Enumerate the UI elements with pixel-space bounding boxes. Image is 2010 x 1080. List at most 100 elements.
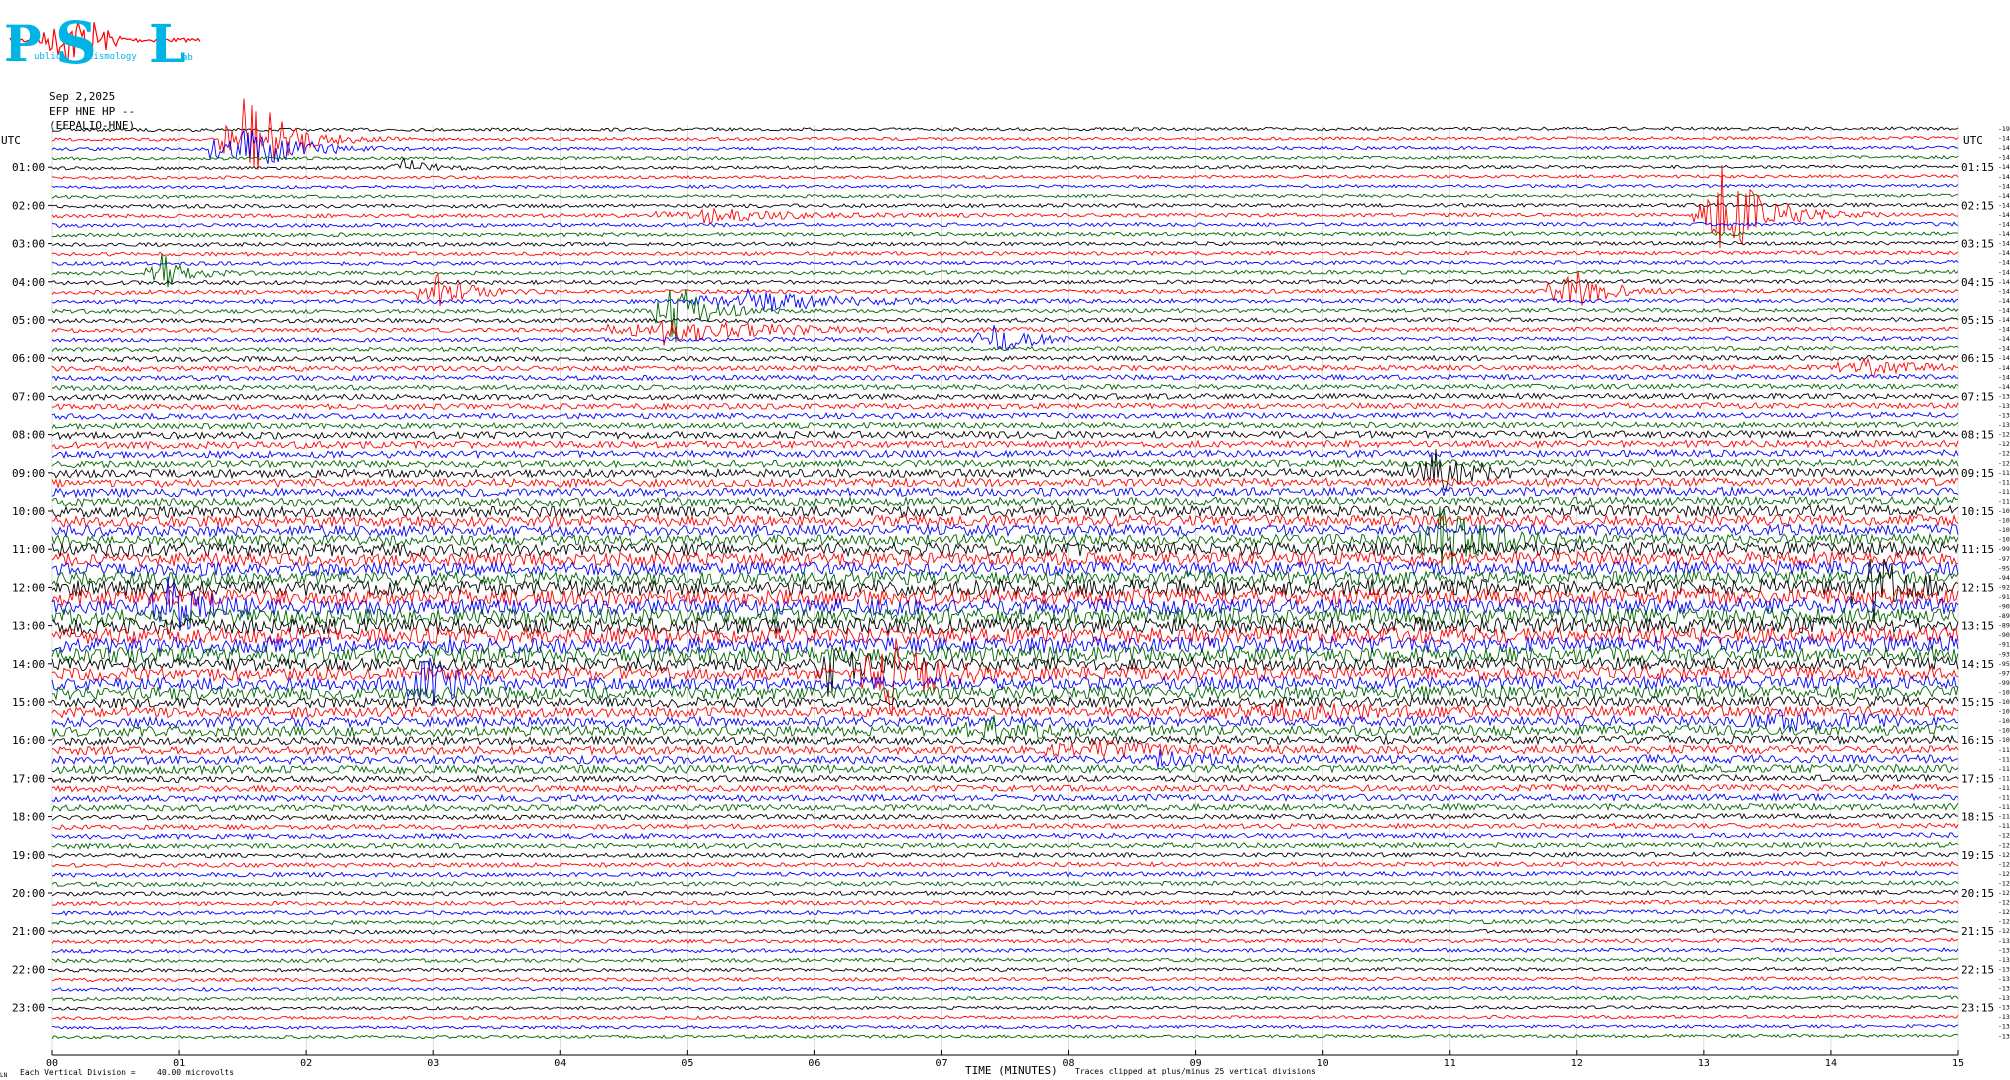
row-offset-label: -10432	[1998, 708, 2010, 716]
trace-line	[51, 439, 1959, 451]
right-utc-heading: UTC	[1963, 134, 1983, 147]
row-offset-label: -13259	[1998, 975, 2010, 983]
row-offset-label: -14511	[1998, 192, 2010, 200]
row-offset-label: -13069	[1998, 946, 2010, 954]
row-offset-label: -9187	[1998, 641, 2010, 649]
row-offset-label: -11249	[1998, 765, 2010, 773]
row-offset-label: -11929	[1998, 822, 2010, 830]
row-offset-label: -12251	[1998, 851, 2010, 859]
row-offset-label: -9106	[1998, 593, 2010, 601]
row-offset-label: -13538	[1998, 1023, 2010, 1031]
row-offset-label: -14815	[1998, 268, 2010, 276]
row-offset-label: -14947	[1998, 306, 2010, 314]
left-hour-label: 03:00	[12, 238, 45, 251]
x-tick-label: 10	[1317, 1058, 1329, 1069]
logo-word-l: ab	[182, 53, 193, 63]
trace-line	[51, 928, 1959, 935]
trace-line	[51, 357, 1959, 377]
logo-letter-l: L	[149, 14, 186, 75]
row-offset-label: -14478	[1998, 182, 2010, 190]
trace-line	[51, 401, 1959, 411]
row-offset-label: -11702	[1998, 803, 2010, 811]
row-offset-label: -13325	[1998, 412, 2010, 420]
right-hour-label: 22:15	[1961, 963, 1994, 976]
row-offset-label: -14886	[1998, 364, 2010, 372]
trace-line	[51, 739, 1959, 759]
row-offset-label: -14322	[1998, 154, 2010, 162]
row-offset-label: -10105	[1998, 688, 2010, 696]
trace-line	[51, 354, 1959, 363]
trace-line	[51, 899, 1959, 907]
row-offset-label: -14978	[1998, 316, 2010, 324]
trace-line	[51, 540, 1959, 559]
row-offset-label: -11788	[1998, 469, 2010, 477]
trace-line	[51, 908, 1959, 917]
trace-line	[51, 966, 1959, 973]
row-offset-label: -11123	[1998, 497, 2010, 505]
row-offset-label: -13437	[1998, 1004, 2010, 1012]
trace-line	[51, 937, 1959, 945]
row-offset-label: -10869	[1998, 736, 2010, 744]
left-hour-label: 22:00	[12, 963, 45, 976]
row-offset-label: -13139	[1998, 956, 2010, 964]
left-hour-label: 04:00	[12, 276, 45, 289]
row-offset-label: -9746	[1998, 669, 2010, 677]
trace-line	[51, 812, 1959, 821]
logo-word-s: eismology	[88, 52, 137, 62]
left-hour-label: 02:00	[12, 199, 45, 212]
row-offset-label: -10594	[1998, 717, 2010, 725]
left-hour-label: 14:00	[12, 658, 45, 671]
trace-line	[51, 880, 1959, 888]
right-hour-label: 10:15	[1961, 505, 1994, 518]
trace-line	[51, 221, 1959, 228]
row-offset-label: -9552	[1998, 660, 2010, 668]
trace-line	[51, 193, 1959, 200]
seismic-traces	[51, 98, 1959, 1040]
row-offset-label: -14428	[1998, 173, 2010, 181]
trace-line	[51, 373, 1959, 382]
trace-line	[52, 763, 1959, 776]
trace-line	[51, 278, 1959, 286]
row-offset-label: -13382	[1998, 994, 2010, 1002]
right-hour-label: 19:15	[1961, 849, 1994, 862]
right-hour-label: 18:15	[1961, 811, 1994, 824]
trace-line	[51, 832, 1959, 841]
logo-letter-p: P	[4, 14, 42, 73]
right-offset-labels: -19544-14206-14266-14322-14382-14428-144…	[1998, 125, 2010, 1040]
row-offset-label: -12342	[1998, 860, 2010, 868]
row-offset-label: -14784	[1998, 259, 2010, 267]
left-hour-label: 23:00	[12, 1002, 45, 1015]
row-offset-label: -9938	[1998, 679, 2010, 687]
left-hour-label: 16:00	[12, 734, 45, 747]
right-hour-label: 16:15	[1961, 734, 1994, 747]
trace-line	[51, 773, 1959, 784]
trace-line	[51, 449, 1959, 492]
row-offset-label: -11815	[1998, 813, 2010, 821]
row-offset-label: -14437	[1998, 373, 2010, 381]
psl-logo: P ublic S eismology L ab	[4, 9, 201, 77]
row-offset-label: -12432	[1998, 870, 2010, 878]
x-tick-label: 11	[1444, 1058, 1456, 1069]
left-hour-label: 13:00	[12, 620, 45, 633]
row-offset-label: -14881	[1998, 287, 2010, 295]
row-offset-label: -9241	[1998, 583, 2010, 591]
right-hour-label: 09:15	[1961, 467, 1994, 480]
left-hour-label: 12:00	[12, 581, 45, 594]
row-offset-label: -11476	[1998, 784, 2010, 792]
trace-line	[51, 1004, 1959, 1011]
row-offset-label: -10658	[1998, 517, 2010, 525]
trace-line	[51, 841, 1959, 850]
left-hour-label: 06:00	[12, 352, 45, 365]
clip-note: Traces clipped at plus/minus 25 vertical…	[1075, 1067, 1316, 1076]
x-tick-label: 15	[1952, 1058, 1964, 1069]
trace-line	[51, 495, 1959, 508]
trace-line	[51, 154, 1959, 161]
right-hour-label: 13:15	[1961, 620, 1994, 633]
row-offset-label: -11364	[1998, 774, 2010, 782]
x-tick-label: 12	[1571, 1058, 1583, 1069]
row-offset-label: -14957	[1998, 345, 2010, 353]
trace-line	[52, 1024, 1959, 1030]
row-offset-label: -14631	[1998, 221, 2010, 229]
left-hour-labels: 01:00 02:00 03:00 04:00 05:00 06:00 07:00 08:00…	[12, 161, 52, 1015]
trace-line	[51, 569, 1959, 587]
